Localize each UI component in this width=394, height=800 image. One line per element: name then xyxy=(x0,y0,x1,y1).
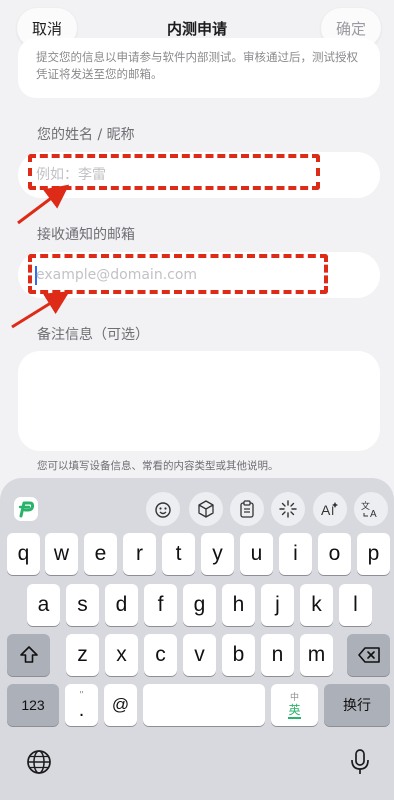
key-x[interactable]: x xyxy=(105,634,138,676)
key-z[interactable]: z xyxy=(66,634,99,676)
key-j[interactable]: j xyxy=(261,584,294,626)
language-switch-key[interactable]: 中 英 xyxy=(271,684,318,726)
numbers-key-label: 123 xyxy=(21,697,45,713)
return-key[interactable]: 换行 xyxy=(324,684,390,726)
key-l[interactable]: l xyxy=(339,584,372,626)
key-p[interactable]: p xyxy=(357,533,390,575)
key-c[interactable]: c xyxy=(144,634,177,676)
key-w[interactable]: w xyxy=(45,533,78,575)
globe-icon[interactable] xyxy=(23,746,55,778)
notes-hint: 您可以填写设备信息、常看的内容类型或其他说明。 xyxy=(37,460,279,472)
keyboard: A I 文 A q w e r t y u i o p a s d f g h … xyxy=(0,478,394,800)
shift-key[interactable] xyxy=(7,634,50,676)
language-switch-label: 英 xyxy=(288,702,301,719)
clipboard-icon[interactable] xyxy=(230,492,264,526)
notes-textarea[interactable] xyxy=(36,363,362,437)
intro-text: 提交您的信息以申请参与软件内部测试。审核通过后，测试授权凭证将发送至您的邮箱。 xyxy=(36,50,358,81)
svg-text:文: 文 xyxy=(361,500,370,512)
emoji-face-icon[interactable] xyxy=(146,492,180,526)
key-n[interactable]: n xyxy=(261,634,294,676)
backspace-icon xyxy=(357,647,380,663)
key-f[interactable]: f xyxy=(144,584,177,626)
at-key[interactable]: @ xyxy=(104,684,137,726)
email-field[interactable] xyxy=(18,252,380,298)
translate-icon[interactable]: 文 A xyxy=(354,492,388,526)
sparkle-icon[interactable] xyxy=(271,492,305,526)
backspace-key[interactable] xyxy=(347,634,390,676)
notes-label: 备注信息（可选） xyxy=(37,327,149,343)
numbers-key[interactable]: 123 xyxy=(7,684,59,726)
key-v[interactable]: v xyxy=(183,634,216,676)
notes-field[interactable] xyxy=(18,351,380,451)
key-e[interactable]: e xyxy=(84,533,117,575)
shift-icon xyxy=(19,646,38,663)
key-a[interactable]: a xyxy=(27,584,60,626)
key-o[interactable]: o xyxy=(318,533,351,575)
key-y[interactable]: y xyxy=(201,533,234,575)
microphone-icon[interactable] xyxy=(344,746,376,778)
key-t[interactable]: t xyxy=(162,533,195,575)
key-d[interactable]: d xyxy=(105,584,138,626)
cube-icon[interactable] xyxy=(189,492,223,526)
email-label: 接收通知的邮箱 xyxy=(37,227,135,243)
svg-text:A: A xyxy=(370,509,377,519)
key-r[interactable]: r xyxy=(123,533,156,575)
key-s[interactable]: s xyxy=(66,584,99,626)
punctuation-key[interactable]: " . xyxy=(65,684,98,726)
space-key[interactable] xyxy=(143,684,265,726)
email-input[interactable] xyxy=(36,252,356,298)
key-h[interactable]: h xyxy=(222,584,255,626)
key-k[interactable]: k xyxy=(300,584,333,626)
key-u[interactable]: u xyxy=(240,533,273,575)
confirm-button-label: 确定 xyxy=(335,19,366,38)
annotation-arrow-email xyxy=(11,291,70,329)
language-switch-alt: 中 xyxy=(289,691,299,702)
name-input[interactable] xyxy=(36,152,356,198)
key-q[interactable]: q xyxy=(7,533,40,575)
svg-text:I: I xyxy=(331,504,334,518)
return-key-label: 换行 xyxy=(343,697,371,713)
name-label: 您的姓名 / 昵称 xyxy=(37,127,135,143)
key-g[interactable]: g xyxy=(183,584,216,626)
name-field[interactable] xyxy=(18,152,380,198)
svg-text:A: A xyxy=(321,502,331,518)
app-logo-icon[interactable] xyxy=(9,492,43,526)
intro-card: 提交您的信息以申请参与软件内部测试。审核通过后，测试授权凭证将发送至您的邮箱。 xyxy=(18,38,380,98)
ai-text-icon[interactable]: A I xyxy=(313,492,347,526)
key-m[interactable]: m xyxy=(300,634,333,676)
key-b[interactable]: b xyxy=(222,634,255,676)
at-key-label: @ xyxy=(111,695,130,714)
key-i[interactable]: i xyxy=(279,533,312,575)
punctuation-key-label: . xyxy=(78,699,85,721)
